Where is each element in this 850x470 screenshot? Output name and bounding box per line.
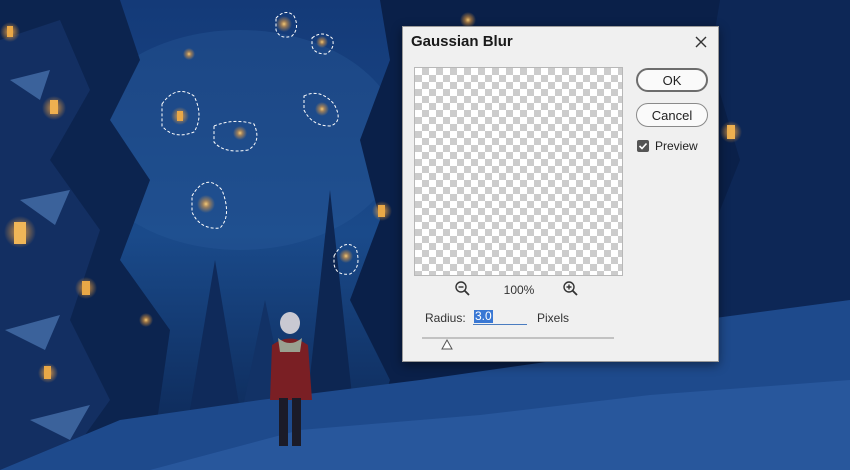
checkmark-icon <box>638 142 648 150</box>
dialog-title: Gaussian Blur <box>411 33 513 50</box>
ok-button[interactable]: OK <box>636 68 708 92</box>
preview-label: Preview <box>655 139 698 153</box>
radius-label: Radius: <box>425 311 466 325</box>
zoom-in-button[interactable] <box>562 280 580 298</box>
slider-thumb-icon <box>441 338 453 350</box>
preview-toggle[interactable]: Preview <box>637 139 698 153</box>
zoom-out-icon <box>455 281 470 296</box>
close-button[interactable] <box>690 31 712 53</box>
radius-slider-thumb[interactable] <box>441 338 453 350</box>
radius-input[interactable] <box>473 309 527 325</box>
zoom-in-icon <box>563 281 578 296</box>
blur-preview-pane[interactable] <box>414 67 623 276</box>
radius-unit: Pixels <box>537 311 570 325</box>
close-icon <box>695 36 707 48</box>
zoom-out-button[interactable] <box>454 280 472 298</box>
cancel-button[interactable]: Cancel <box>636 103 708 127</box>
gaussian-blur-dialog: Gaussian Blur 100% OK Cancel Preview Rad… <box>402 26 719 362</box>
zoom-level: 100% <box>503 283 535 297</box>
preview-checkbox[interactable] <box>637 140 649 152</box>
